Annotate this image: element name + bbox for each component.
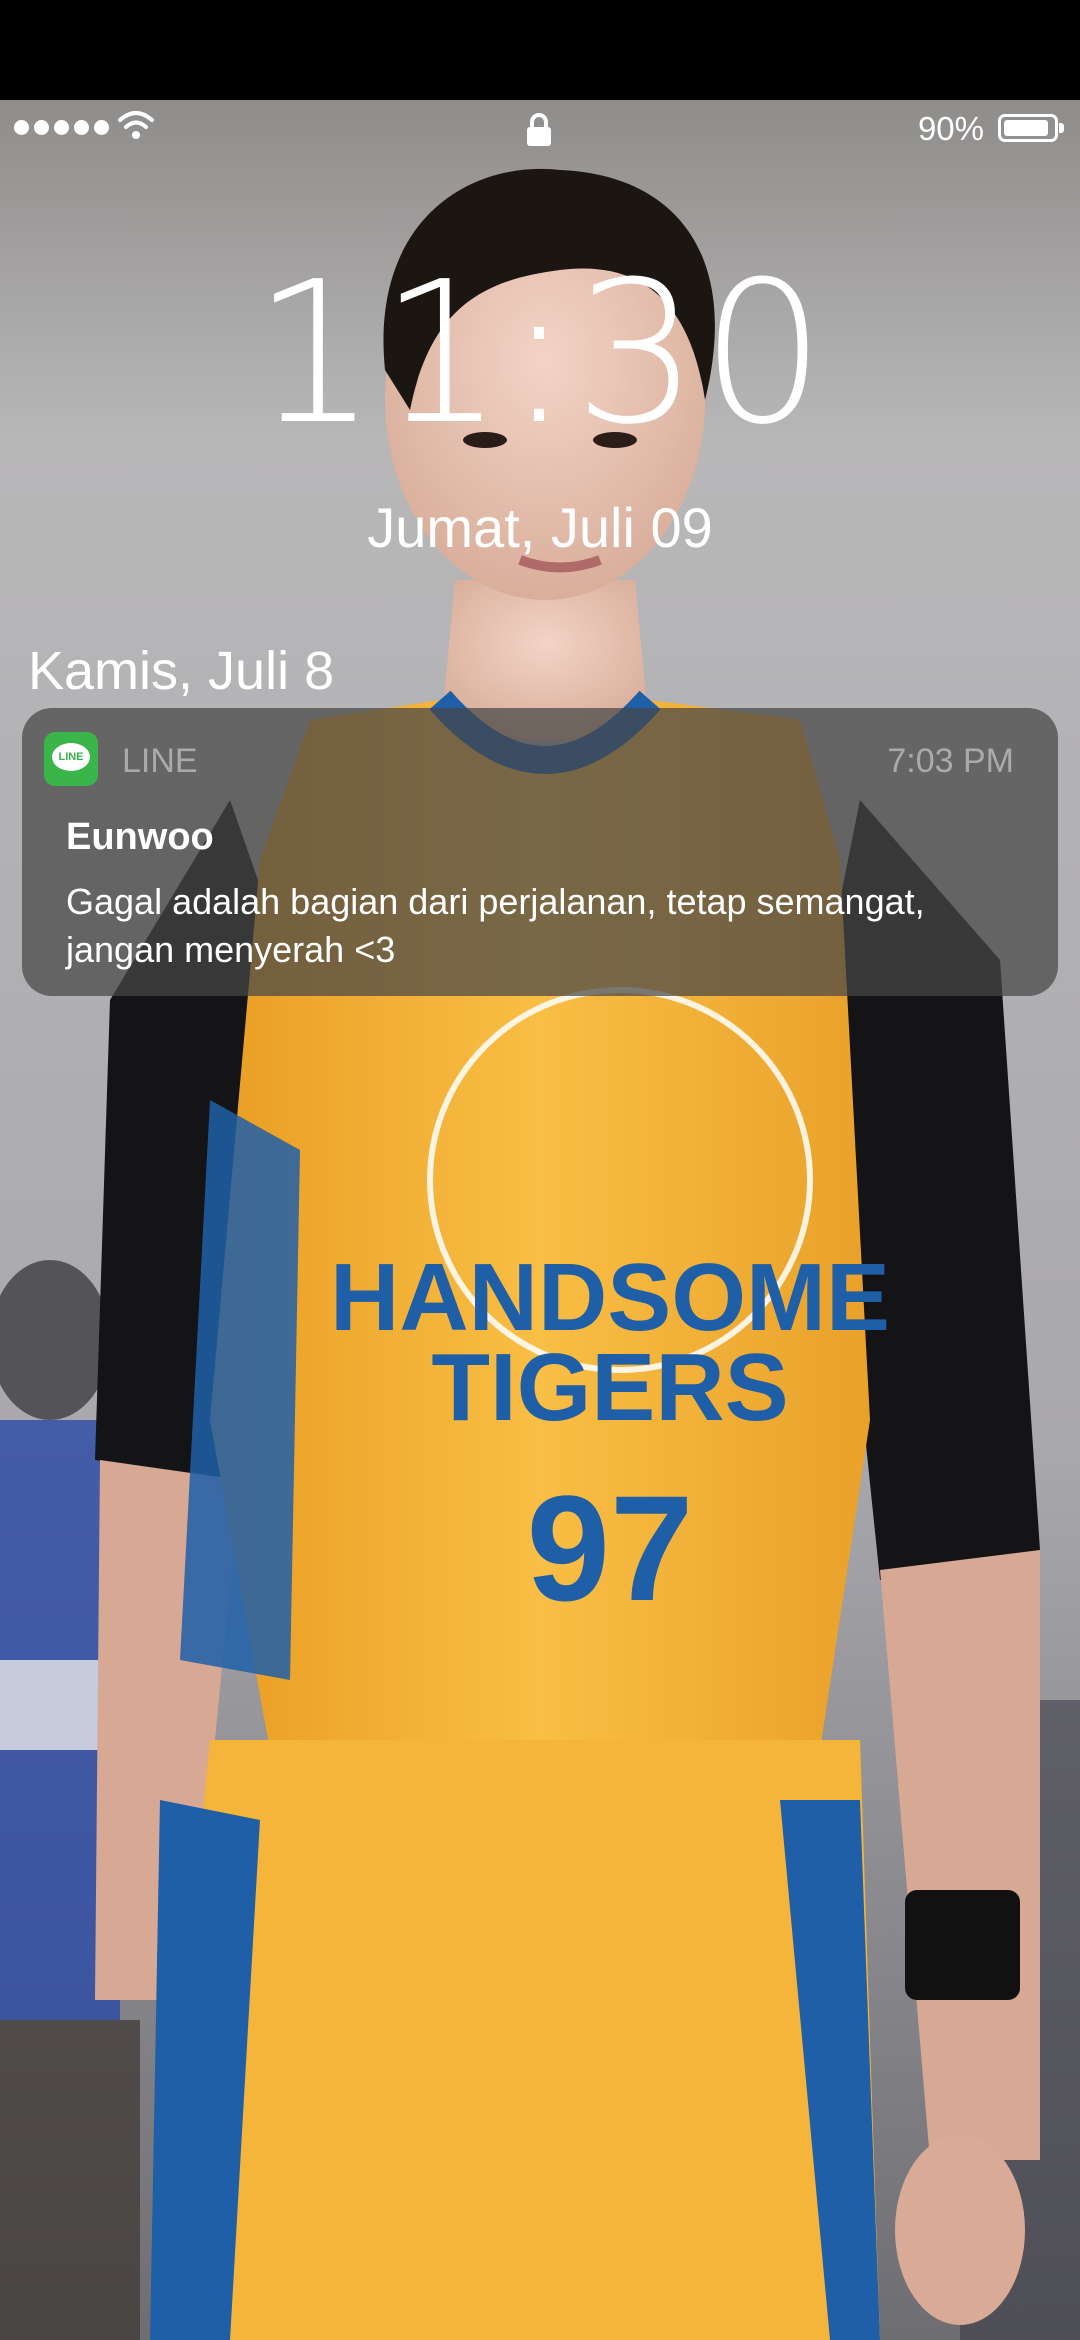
notification-group-date: Kamis, Juli 8 xyxy=(28,641,335,701)
svg-text:97: 97 xyxy=(527,1464,694,1632)
line-app-icon: LINE xyxy=(44,732,98,786)
line-notification[interactable]: LINE LINE 7:03 PM Eunwoo Gagal adalah ba… xyxy=(22,708,1058,996)
lock-icon xyxy=(527,113,551,146)
lock-screen: HANDSOME TIGERS 97 90% 11:30 Jumat, Juli… xyxy=(0,0,1080,2340)
lock-screen-date: Jumat, Juli 09 xyxy=(367,496,713,559)
cellular-signal-icon xyxy=(14,120,109,135)
lock-screen-clock: 11:30 xyxy=(252,240,828,468)
notification-time: 7:03 PM xyxy=(887,742,1014,780)
wifi-icon xyxy=(118,111,154,139)
notification-sender: Eunwoo xyxy=(66,816,214,858)
notification-message: Gagal adalah bagian dari perjalanan, tet… xyxy=(66,881,925,970)
battery-icon xyxy=(998,114,1064,142)
svg-text:TIGERS: TIGERS xyxy=(431,1334,788,1441)
battery-percentage: 90% xyxy=(917,110,984,147)
top-black-bar xyxy=(0,0,1080,100)
notification-app-name: LINE xyxy=(122,742,198,780)
status-bar: 90% xyxy=(0,100,1080,162)
